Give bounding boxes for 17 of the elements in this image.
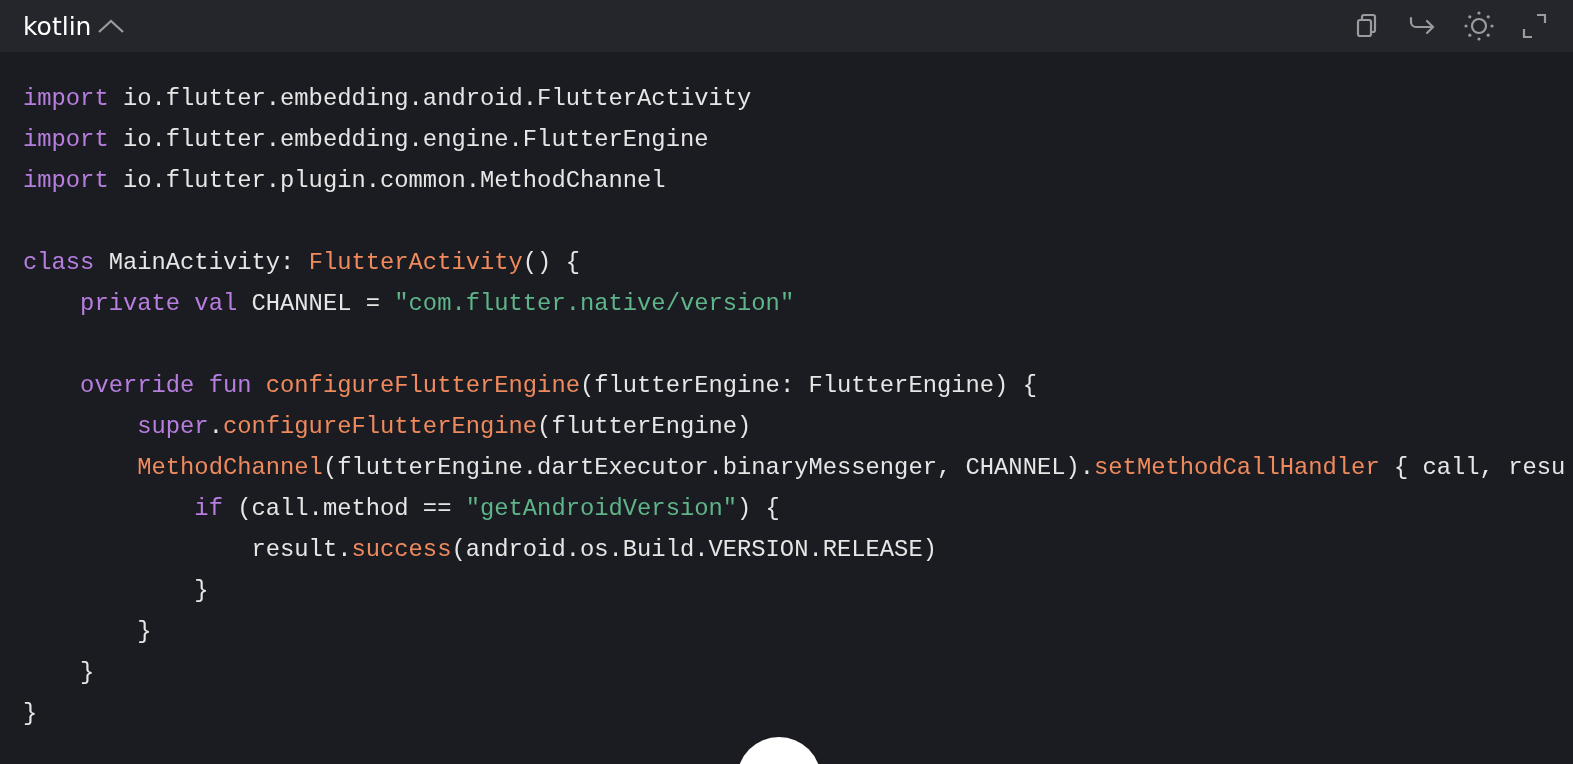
code-line: import io.flutter.embedding.android.FlutterActivity [23,84,753,114]
code-line: class MainActivity: FlutterActivity() { [23,248,581,278]
code-line: override fun configureFlutterEngine(flutterEngine: FlutterEngine) { [79,371,1038,401]
code-line: import io.flutter.embedding.engine.FlutterEngine [23,125,710,155]
code-line: private val CHANNEL = "com.flutter.native/version" [79,289,796,319]
code-line: super.configureFlutterEngine(flutterEngine) [136,412,753,442]
caret-icon[interactable] [97,18,126,34]
language-label: kotlin [23,11,92,41]
code-line: } [193,576,210,606]
code-line: result.success(android.os.Build.VERSION.RELEASE) [250,535,938,565]
code-line: } [79,658,96,688]
code-line: MethodChannel(flutterEngine.dartExecutor.binaryMessenger, CHANNEL).setMethodCallHandler { call, resu [136,453,1567,483]
sun-icon[interactable] [1462,9,1496,43]
code-line: } [23,699,39,729]
code-line: import io.flutter.plugin.common.MethodChannel [23,166,667,196]
code-line: if (call.method == "getAndroidVersion") { [193,494,781,524]
code-line: } [136,617,153,647]
